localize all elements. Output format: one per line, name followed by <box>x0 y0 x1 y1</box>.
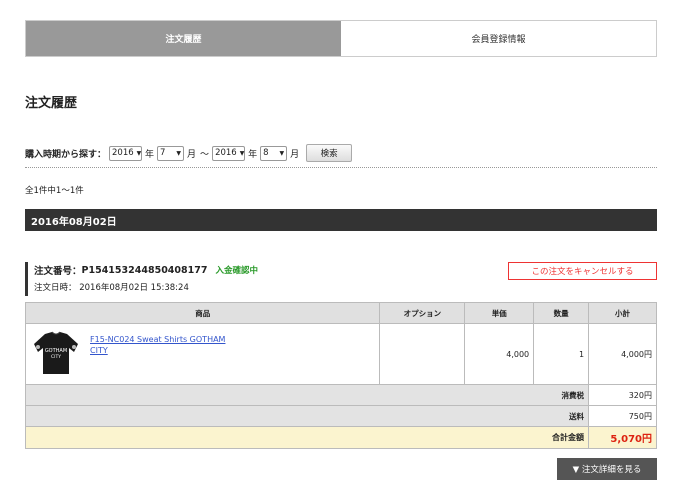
page-title: 注文履歴 <box>25 96 78 111</box>
svg-text:CITY: CITY <box>51 354 61 360</box>
to-month-select[interactable]: 8 ▼ <box>260 145 288 161</box>
tax-value: 320円 <box>588 384 657 406</box>
month-unit: 月 <box>290 149 300 160</box>
shipping-label: 送料 <box>24 405 590 427</box>
subtotal-cell: 4,000円 <box>588 323 657 385</box>
total-label: 合計金額 <box>24 426 590 449</box>
chevron-down-icon: ▼ <box>239 149 245 157</box>
order-date-label: 注文日時： <box>34 283 77 293</box>
view-order-detail-button[interactable]: ▼ 注文詳細を見る <box>557 458 657 480</box>
header-subtotal: 小計 <box>588 302 657 324</box>
year-unit: 年 <box>145 149 155 160</box>
total-value: 5,070円 <box>588 426 657 449</box>
cancel-order-button[interactable]: この注文をキャンセルする <box>508 262 657 280</box>
from-month-select[interactable]: 7 ▼ <box>157 145 185 161</box>
chevron-down-icon: ▼ <box>136 149 142 157</box>
tab-bar: 注文履歴 会員登録情報 <box>25 20 657 57</box>
svg-text:GOTHAM: GOTHAM <box>45 348 67 354</box>
product-link[interactable]: F15-NC024 Sweat Shirts GOTHAM CITY <box>90 334 225 378</box>
header-unit-price: 単価 <box>464 302 535 324</box>
header-option: オプション <box>379 302 466 324</box>
sweatshirt-image: GOTHAM CITY <box>34 331 78 374</box>
status-badge: 入金確認中 <box>215 266 258 276</box>
chevron-down-icon: ▼ <box>176 149 182 157</box>
tab-member-info[interactable]: 会員登録情報 <box>341 21 656 56</box>
month-unit: 月 <box>187 149 197 160</box>
order-items-table: 商品 オプション 単価 数量 小計 GOTHAM CITY F15-NC024 … <box>24 302 657 449</box>
option-cell <box>379 323 466 385</box>
range-tilde: 〜 <box>200 149 210 160</box>
header-quantity: 数量 <box>533 302 590 324</box>
search-label: 購入時期から探す： <box>25 149 107 160</box>
order-header: 注文番号： P154153244850408177 入金確認中 注文日時： 20… <box>25 262 258 296</box>
order-number-row: 注文番号： P154153244850408177 入金確認中 <box>34 262 258 278</box>
product-thumbnail[interactable]: GOTHAM CITY <box>30 328 82 378</box>
order-number: P154153244850408177 <box>81 264 208 276</box>
order-datetime-row: 注文日時： 2016年08月02日 15:38:24 <box>34 281 258 293</box>
chevron-down-icon: ▼ <box>279 149 285 157</box>
order-date: 2016年08月02日 15:38:24 <box>79 283 189 293</box>
total-row: 合計金額 5,070円 <box>24 426 657 449</box>
shipping-row: 送料 750円 <box>24 405 657 427</box>
search-button[interactable]: 検索 <box>306 144 353 162</box>
table-row: GOTHAM CITY F15-NC024 Sweat Shirts GOTHA… <box>24 323 657 385</box>
header-product: 商品 <box>24 302 381 324</box>
divider <box>25 167 657 168</box>
to-year-select[interactable]: 2016 ▼ <box>212 145 246 161</box>
tax-label: 消費税 <box>24 384 590 406</box>
tab-order-history[interactable]: 注文履歴 <box>26 21 341 56</box>
year-unit: 年 <box>248 149 258 160</box>
quantity-cell: 1 <box>533 323 590 385</box>
tax-row: 消費税 320円 <box>24 384 657 406</box>
order-date-band: 2016年08月02日 <box>25 209 657 231</box>
product-cell: GOTHAM CITY F15-NC024 Sweat Shirts GOTHA… <box>24 323 381 385</box>
unit-price-cell: 4,000 <box>464 323 535 385</box>
shipping-value: 750円 <box>588 405 657 427</box>
result-count: 全1件中1〜1件 <box>25 186 84 196</box>
from-year-select[interactable]: 2016 ▼ <box>109 145 143 161</box>
period-search: 購入時期から探す： 2016 ▼ 年 7 ▼ 月 〜 2016 ▼ 年 8 ▼ 月 検索 <box>25 144 353 162</box>
table-header-row: 商品 オプション 単価 数量 小計 <box>24 302 657 324</box>
order-number-label: 注文番号： <box>34 266 82 277</box>
